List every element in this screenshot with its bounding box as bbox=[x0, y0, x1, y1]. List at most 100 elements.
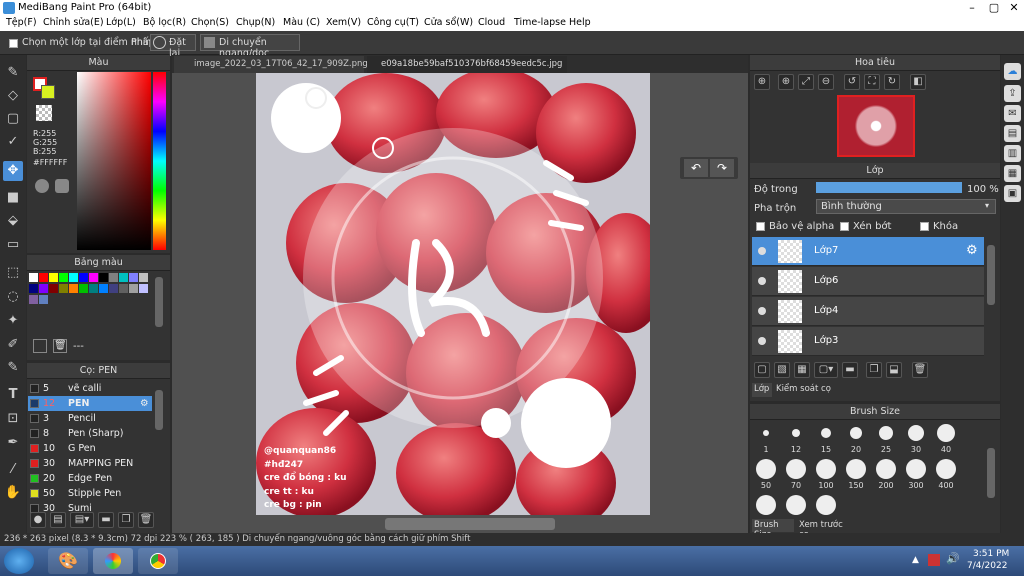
palette-swatch[interactable] bbox=[39, 273, 48, 282]
layer-row[interactable]: Lớp3 bbox=[752, 327, 984, 356]
rotate-left-icon[interactable]: ↺ bbox=[844, 74, 860, 90]
new-palette-button[interactable] bbox=[33, 339, 47, 353]
brush-size-option[interactable]: 40 bbox=[932, 422, 960, 458]
select-layer-checkbox[interactable] bbox=[9, 39, 18, 48]
brush-size-option[interactable]: 300 bbox=[902, 458, 930, 494]
taskbar-medibang-icon[interactable] bbox=[93, 548, 133, 574]
layer-merge-icon[interactable]: ⬓ bbox=[886, 362, 902, 378]
layout-icon[interactable]: ▣ bbox=[1004, 185, 1021, 202]
menu-layer[interactable]: Lớp(L) bbox=[106, 17, 136, 28]
fullscreen-icon[interactable]: ⛶ bbox=[864, 74, 880, 90]
visibility-icon[interactable] bbox=[758, 277, 766, 285]
palette-grid[interactable] bbox=[29, 273, 149, 317]
menu-cloud[interactable]: Cloud bbox=[478, 17, 505, 28]
brush-item[interactable]: 10 G Pen bbox=[28, 441, 152, 456]
brush-size-option[interactable]: 25 bbox=[872, 422, 900, 458]
gear-icon[interactable]: ⚙ bbox=[966, 243, 978, 258]
palette-scrollbar[interactable] bbox=[155, 277, 163, 327]
layer-folder-icon[interactable]: ▬ bbox=[842, 362, 858, 378]
lock-checkbox[interactable] bbox=[920, 222, 929, 231]
brush-folder-icon[interactable]: ▬ bbox=[98, 512, 114, 528]
gradient-tool-icon[interactable]: ▭ bbox=[3, 235, 23, 255]
palette-swatch[interactable] bbox=[29, 284, 38, 293]
close-button[interactable]: ✕ bbox=[1004, 0, 1024, 16]
palette-swatch[interactable] bbox=[59, 284, 68, 293]
layer-delete-icon[interactable]: 🗑 bbox=[912, 362, 928, 378]
brush-size-option[interactable]: 1 bbox=[752, 422, 780, 458]
move-tool-icon[interactable]: ✥ bbox=[3, 161, 23, 181]
palette-swatch[interactable] bbox=[129, 284, 138, 293]
palette-swatch[interactable] bbox=[39, 284, 48, 293]
clip-checkbox[interactable] bbox=[840, 222, 849, 231]
network-icon[interactable] bbox=[928, 554, 940, 566]
protect-alpha-checkbox[interactable] bbox=[756, 222, 765, 231]
tab-layer[interactable]: Lớp bbox=[752, 383, 772, 397]
dot-tool-icon[interactable]: ✓ bbox=[3, 132, 23, 152]
brush-size-option[interactable]: 50 bbox=[752, 458, 780, 494]
tab-brush-control[interactable]: Kiểm soát cọ bbox=[774, 383, 834, 397]
brush-item[interactable]: 20 Edge Pen bbox=[28, 471, 152, 486]
brush-size-option[interactable]: 12 bbox=[782, 422, 810, 458]
brush-size-option[interactable]: 150 bbox=[842, 458, 870, 494]
flip-icon[interactable]: ◧ bbox=[910, 74, 926, 90]
brush-item[interactable]: 50 Stipple Pen bbox=[28, 486, 152, 501]
material-icon[interactable]: ▦ bbox=[1004, 165, 1021, 182]
visibility-icon[interactable] bbox=[758, 337, 766, 345]
layer-scrollbar[interactable] bbox=[987, 245, 995, 305]
color-picker-button[interactable] bbox=[55, 179, 69, 193]
document-icon[interactable]: ▤ bbox=[1004, 125, 1021, 142]
brush-size-option[interactable]: 20 bbox=[842, 422, 870, 458]
menu-capture[interactable]: Chụp(N) bbox=[236, 17, 275, 28]
gear-icon[interactable]: ⚙ bbox=[140, 396, 149, 411]
menu-help[interactable]: Help bbox=[569, 17, 591, 28]
brush-tool-icon[interactable]: ✎ bbox=[3, 63, 23, 83]
canvas[interactable]: @quanquan86 #hđ247 cre đổ bóng : ku cre … bbox=[256, 73, 650, 515]
palette-swatch[interactable] bbox=[79, 273, 88, 282]
palette-swatch[interactable] bbox=[109, 284, 118, 293]
brush-copy-icon[interactable]: ▤ bbox=[50, 512, 66, 528]
select-pen-tool-icon[interactable]: ✐ bbox=[3, 335, 23, 355]
saturation-value-field[interactable] bbox=[77, 72, 151, 250]
menu-color[interactable]: Màu (C) bbox=[283, 17, 320, 28]
palette-swatch[interactable] bbox=[119, 284, 128, 293]
hue-slider[interactable] bbox=[153, 72, 166, 250]
color-wheel-button[interactable] bbox=[35, 179, 49, 193]
menu-timelapse[interactable]: Time-lapse bbox=[514, 17, 566, 28]
menu-window[interactable]: Cửa sổ(W) bbox=[424, 17, 473, 28]
shape-tool-icon[interactable]: ▢ bbox=[3, 109, 23, 129]
brush-item[interactable]: 5 vẽ calli bbox=[28, 381, 152, 396]
menu-view[interactable]: Xem(V) bbox=[326, 17, 361, 28]
start-button[interactable] bbox=[4, 548, 34, 574]
palette-swatch[interactable] bbox=[69, 273, 78, 282]
zoom-plus-icon[interactable]: ⊕ bbox=[778, 74, 794, 90]
layer-menu-icon[interactable]: ▢▾ bbox=[814, 362, 838, 378]
menu-filter[interactable]: Bộ lọc(R) bbox=[143, 17, 186, 28]
navigator-thumbnail[interactable] bbox=[837, 95, 915, 157]
palette-swatch[interactable] bbox=[59, 273, 68, 282]
layer-row[interactable]: Lớp6 bbox=[752, 267, 984, 296]
brush-delete-icon[interactable]: 🗑 bbox=[138, 512, 154, 528]
hand-tool-icon[interactable]: ✋ bbox=[3, 483, 23, 503]
divide-tool-icon[interactable]: ⊡ bbox=[3, 409, 23, 429]
blend-select[interactable]: Bình thường ▾ bbox=[816, 199, 996, 214]
move-button[interactable]: Di chuyển ngang/dọc bbox=[200, 34, 300, 59]
brush-size-option[interactable]: 70 bbox=[782, 458, 810, 494]
brush-size-scrollbar[interactable] bbox=[987, 448, 995, 498]
palette-swatch[interactable] bbox=[79, 284, 88, 293]
palette-swatch[interactable] bbox=[129, 273, 138, 282]
transparent-swatch[interactable] bbox=[36, 105, 52, 121]
brush-item[interactable]: 3 Pencil bbox=[28, 411, 152, 426]
lasso-tool-icon[interactable]: ◌ bbox=[3, 287, 23, 307]
taskbar-chrome-icon[interactable] bbox=[138, 548, 178, 574]
tab-image-2[interactable]: e09a18be59baf510376bf68459eedc5c.jpg bbox=[367, 56, 567, 73]
eyedropper2-tool-icon[interactable]: ⁄ bbox=[3, 460, 23, 480]
menu-file[interactable]: Tệp(F) bbox=[6, 17, 37, 28]
palette-swatch[interactable] bbox=[119, 273, 128, 282]
taskbar-paint-icon[interactable]: 🎨 bbox=[48, 548, 88, 574]
menu-select[interactable]: Chọn(S) bbox=[191, 17, 229, 28]
select-rect-tool-icon[interactable]: ⬚ bbox=[3, 263, 23, 283]
palette-swatch[interactable] bbox=[49, 273, 58, 282]
menu-tools[interactable]: Công cụ(T) bbox=[367, 17, 419, 28]
tab-brush-size[interactable]: Brush Size bbox=[752, 519, 794, 540]
brush-size-option[interactable]: 15 bbox=[812, 422, 840, 458]
